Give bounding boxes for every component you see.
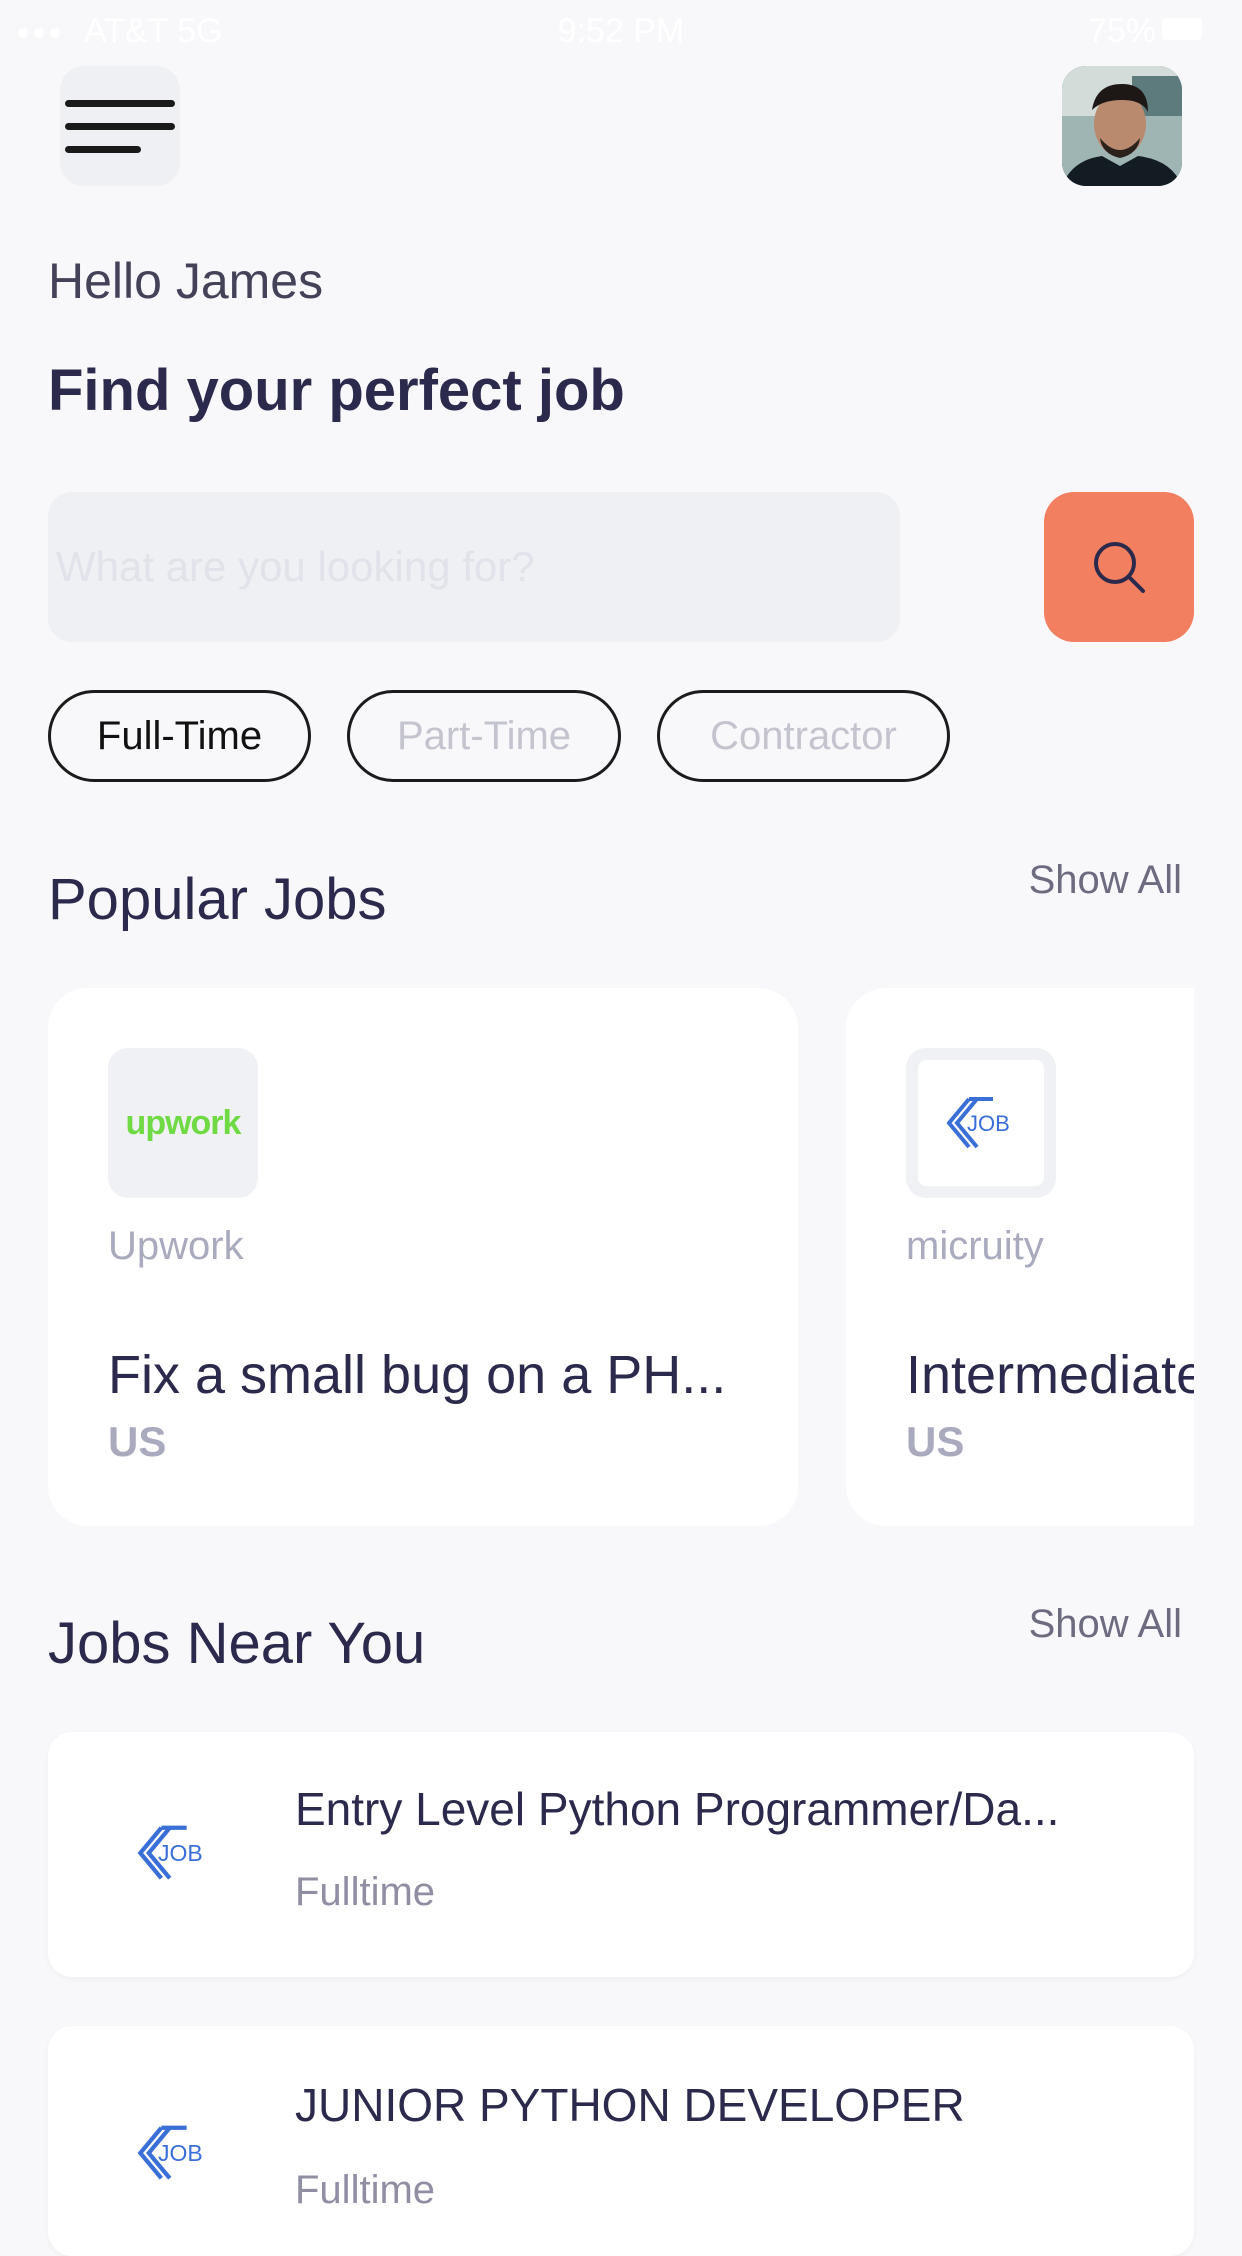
job-title: Entry Level Python Programmer/Da... [295,1783,1060,1835]
search-input[interactable] [48,492,900,642]
hamburger-line [65,122,175,130]
search-button[interactable] [1044,492,1194,642]
hamburger-menu-icon [65,99,175,107]
job-title: Fix a small bug on a PH... [108,1345,727,1405]
battery-icon [1162,18,1202,40]
job-type: Fulltime [295,1870,436,1914]
jobs-near-you-title: Jobs Near You [48,1611,426,1676]
time-label: 9:52 PM [557,12,685,50]
popular-jobs-show-all[interactable]: Show All [1029,858,1182,903]
upwork-logo-text: upwork [125,1103,242,1142]
company-name: micruity [906,1224,1044,1268]
battery-label: 75% [1087,12,1156,50]
search-icon [1094,542,1145,593]
job-logo-text: JOB [158,1840,203,1866]
job-title: Intermediate [906,1345,1194,1405]
job-logo-icon: JOB [134,1818,214,1888]
avatar[interactable] [1062,66,1182,186]
company-name: Upwork [108,1224,244,1268]
job-title: JUNIOR PYTHON DEVELOPER [295,2079,965,2131]
job-list-item[interactable]: JOB Entry Level Python Programmer/Da... … [48,1732,1194,1977]
upwork-logo: upwork [108,1048,258,1198]
chip-full-time[interactable]: Full-Time [48,690,311,782]
job-type: Fulltime [295,2168,436,2212]
chip-part-time[interactable]: Part-Time [347,690,621,782]
hamburger-line [65,145,141,153]
job-logo-icon: JOB [943,1093,1019,1153]
job-logo-icon: JOB [134,2118,214,2188]
page-title: Find your perfect job [48,358,625,423]
job-location: US [906,1418,965,1465]
job-logo-text: JOB [967,1111,1010,1136]
user-avatar-image [1062,66,1182,186]
status-bar: AT&T 5G 9:52 PM 75% [0,0,1242,62]
job-logo: JOB [906,1048,1056,1198]
popular-job-card[interactable]: JOB micruity Intermediate US [846,988,1194,1526]
chip-contractor[interactable]: Contractor [657,690,950,782]
popular-job-card[interactable]: upwork Upwork Fix a small bug on a PH...… [48,988,798,1526]
popular-jobs-title: Popular Jobs [48,867,387,932]
job-logo-text: JOB [158,2140,203,2166]
job-location: US [108,1418,167,1465]
greeting-text: Hello James [48,253,324,309]
menu-button[interactable] [60,66,180,186]
jobs-near-you-show-all[interactable]: Show All [1029,1602,1182,1647]
job-list-item[interactable]: JOB JUNIOR PYTHON DEVELOPER Fulltime [48,2026,1194,2256]
